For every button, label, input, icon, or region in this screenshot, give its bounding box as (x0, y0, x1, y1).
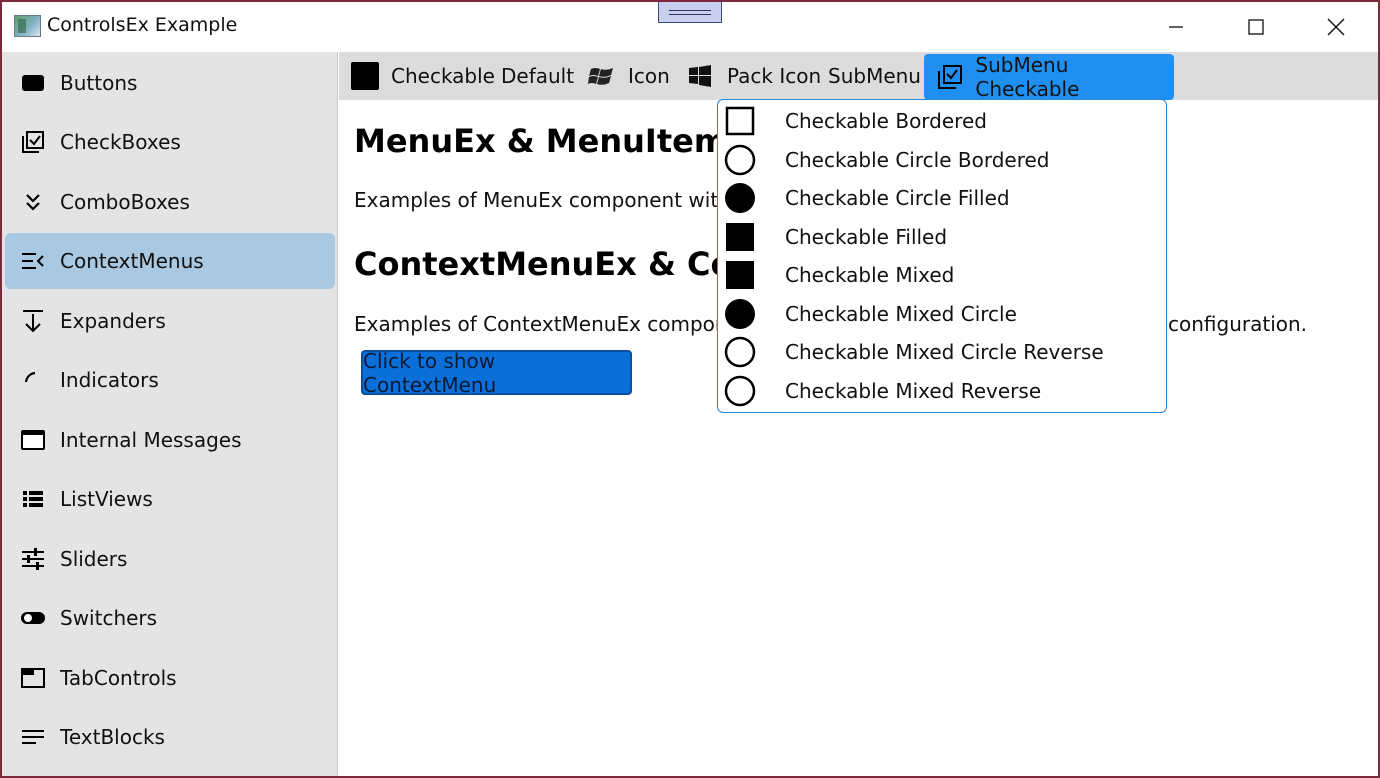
toggle-icon (20, 605, 46, 631)
dropdown-item-label: Checkable Mixed (785, 263, 955, 287)
section-description-contextmenuex-end: configuration. (1168, 312, 1308, 336)
sidebar-item-label: TabControls (60, 666, 177, 690)
sidebar-item-internal-messages[interactable]: Internal Messages (5, 412, 335, 468)
dropdown-item[interactable]: Checkable Bordered (718, 102, 1166, 140)
menu-item-label: Default (501, 64, 575, 88)
dropdown-item[interactable]: Checkable Mixed Reverse (718, 372, 1166, 410)
minimize-button[interactable] (1136, 2, 1216, 52)
checkboxes-icon (20, 129, 46, 155)
close-button[interactable] (1296, 2, 1376, 52)
sidebar-item-switchers[interactable]: Switchers (5, 590, 335, 646)
sidebar-item-expanders[interactable]: Expanders (5, 293, 335, 349)
windows-flag-icon (588, 68, 613, 85)
tab-icon (20, 665, 46, 691)
circle-outline-icon (724, 336, 756, 368)
dropdown-item-label: Checkable Mixed Circle Reverse (785, 340, 1104, 364)
menu-item-submenu-checkable[interactable]: SubMenu Checkable (924, 53, 1174, 101)
square-filled-icon (351, 62, 379, 90)
sidebar-item-label: Expanders (60, 309, 166, 333)
dropdown-item-label: Checkable Circle Bordered (785, 148, 1050, 172)
sidebar: Buttons CheckBoxes ComboBoxes ContextMen… (2, 52, 338, 776)
checkboxes-icon (938, 65, 962, 89)
circle-outline-icon (724, 144, 756, 176)
circle-filled-icon (724, 298, 756, 330)
menu-item-label: Icon (628, 64, 670, 88)
minimize-icon (1169, 26, 1183, 28)
sidebar-item-label: TextBlocks (60, 725, 165, 749)
dropdown-item-label: Checkable Mixed Reverse (785, 379, 1042, 403)
sidebar-item-label: Sliders (60, 547, 128, 571)
sidebar-item-label: ContextMenus (60, 249, 204, 273)
context-menu-icon (20, 248, 46, 274)
maximize-button[interactable] (1216, 2, 1296, 52)
sidebar-item-textblocks[interactable]: TextBlocks (5, 709, 335, 765)
dropdown-item-label: Checkable Circle Filled (785, 186, 1010, 210)
sidebar-item-label: Internal Messages (60, 428, 242, 452)
sidebar-item-checkboxes[interactable]: CheckBoxes (5, 114, 335, 170)
menu-item-icon[interactable]: Icon (588, 52, 670, 100)
dropdown-item-label: Checkable Mixed Circle (785, 302, 1017, 326)
app-window: ControlsEx Example Buttons CheckBoxes Co… (2, 2, 1378, 776)
list-view-icon (20, 486, 46, 512)
dropdown-item-label: Checkable Filled (785, 225, 948, 249)
window-title: ControlsEx Example (47, 14, 238, 36)
sidebar-item-comboboxes[interactable]: ComboBoxes (5, 174, 335, 230)
dropdown-item[interactable]: Checkable Filled (718, 218, 1166, 256)
square-filled-icon (724, 221, 756, 253)
chevrons-down-icon (20, 189, 46, 215)
circle-filled-icon (724, 182, 756, 214)
menu-item-label: Checkable (391, 64, 495, 88)
submenu-dropdown: Checkable Bordered Checkable Circle Bord… (717, 99, 1167, 413)
maximize-icon (1248, 19, 1264, 35)
menu-item-checkable[interactable]: Checkable (351, 52, 495, 100)
sidebar-item-contextmenus[interactable]: ContextMenus (5, 233, 335, 289)
sidebar-item-buttons[interactable]: Buttons (5, 55, 335, 111)
menu-item-label: SubMenu (828, 64, 921, 88)
menu-item-label: Pack Icon (727, 64, 822, 88)
title-bar[interactable]: ControlsEx Example (2, 2, 1378, 52)
sidebar-item-label: ListViews (60, 487, 153, 511)
square-outline-icon (724, 105, 756, 137)
sidebar-item-indicators[interactable]: Indicators (5, 352, 335, 408)
menu-item-pack-icon[interactable]: Pack Icon (689, 52, 821, 100)
section-heading-contextmenuex: ContextMenuEx & Con (354, 245, 756, 283)
dropdown-item[interactable]: Checkable Circle Filled (718, 179, 1166, 217)
dropdown-item[interactable]: Checkable Mixed (718, 256, 1166, 294)
sliders-icon (20, 546, 46, 572)
windows-logo-icon (689, 65, 711, 87)
app-icon (14, 15, 41, 37)
circle-outline-icon (724, 375, 756, 407)
sidebar-item-label: Switchers (60, 606, 158, 630)
dropdown-item[interactable]: Checkable Circle Bordered (718, 141, 1166, 179)
button-icon (20, 70, 46, 96)
menu-item-submenu[interactable]: SubMenu (828, 52, 921, 100)
section-description-menuex: Examples of MenuEx component with d (354, 188, 750, 212)
sidebar-item-sliders[interactable]: Sliders (5, 531, 335, 587)
dropdown-item[interactable]: Checkable Mixed Circle Reverse (718, 333, 1166, 371)
indicator-arc-icon (20, 367, 46, 393)
menu-item-default[interactable]: Default (501, 52, 574, 100)
sidebar-item-listviews[interactable]: ListViews (5, 471, 335, 527)
sidebar-item-label: ComboBoxes (60, 190, 190, 214)
text-lines-icon (20, 724, 46, 750)
menu-item-label: SubMenu Checkable (975, 53, 1080, 101)
menu-bar: Checkable Default Icon Pack Icon SubMenu… (339, 52, 1378, 101)
sidebar-item-tabcontrols[interactable]: TabControls (5, 650, 335, 706)
drag-handle[interactable] (658, 2, 722, 23)
sidebar-item-label: Buttons (60, 71, 138, 95)
close-icon (1327, 18, 1345, 36)
section-heading-menuex: MenuEx & MenuItemEx (354, 122, 770, 160)
expander-icon (20, 308, 46, 334)
sidebar-item-label: CheckBoxes (60, 130, 181, 154)
dropdown-item[interactable]: Checkable Mixed Circle (718, 295, 1166, 333)
sidebar-item-label: Indicators (60, 368, 159, 392)
dropdown-item-label: Checkable Bordered (785, 109, 987, 133)
square-filled-icon (724, 259, 756, 291)
section-description-contextmenuex: Examples of ContextMenuEx componen (354, 312, 753, 336)
show-context-menu-button[interactable]: Click to show ContextMenu (361, 349, 632, 397)
message-window-icon (20, 427, 46, 453)
